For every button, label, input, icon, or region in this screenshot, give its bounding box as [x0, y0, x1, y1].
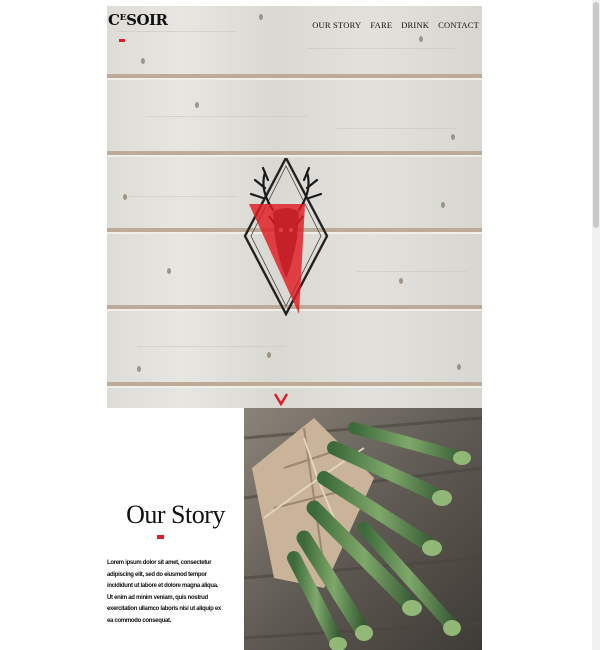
wood-grain [137, 346, 287, 347]
asparagus-photo [244, 408, 482, 650]
wood-plank [107, 388, 482, 408]
wood-knot [457, 364, 461, 370]
asparagus-image [244, 408, 482, 650]
wood-grain [307, 48, 457, 49]
wood-knot [441, 202, 445, 208]
nav-item-contact[interactable]: CONTACT [438, 20, 479, 30]
wood-knot [451, 134, 455, 140]
wood-grain [127, 196, 237, 197]
wood-plank [107, 311, 482, 383]
wood-knot [137, 366, 141, 372]
site-logo[interactable]: CᴱSOIR [108, 11, 168, 29]
our-story-section: Our Story Lorem ipsum dolor sit amet, co… [107, 408, 244, 650]
page: CᴱSOIR OUR STORY FARE DRINK CONTACT Our … [107, 6, 482, 650]
nav-item-drink[interactable]: DRINK [401, 20, 429, 30]
wood-grain [357, 271, 467, 272]
logo-accent-bar [119, 39, 125, 42]
story-accent-bar [157, 535, 164, 539]
page-scrollbar[interactable] [592, 0, 600, 650]
wood-grain [147, 116, 307, 117]
deer-head-diamond-emblem [243, 158, 329, 317]
wood-grain [337, 128, 457, 129]
scrollbar-thumb[interactable] [593, 2, 599, 228]
wood-knot [195, 102, 199, 108]
hero-section: CᴱSOIR OUR STORY FARE DRINK CONTACT [107, 6, 482, 408]
wood-grain [117, 31, 237, 32]
wood-knot [399, 278, 403, 284]
story-body-text: Lorem ipsum dolor sit amet, consectetur … [107, 560, 221, 624]
wood-knot [141, 58, 145, 64]
main-nav: OUR STORY FARE DRINK CONTACT [312, 20, 479, 30]
wood-knot [267, 352, 271, 358]
wood-knot [167, 268, 171, 274]
nav-item-our-story[interactable]: OUR STORY [312, 20, 361, 30]
wood-knot [259, 14, 263, 20]
nav-item-fare[interactable]: FARE [370, 20, 392, 30]
chevron-down-icon[interactable] [273, 392, 289, 406]
story-title: Our Story [126, 500, 225, 529]
wood-knot [419, 36, 423, 42]
wood-knot [123, 194, 127, 200]
